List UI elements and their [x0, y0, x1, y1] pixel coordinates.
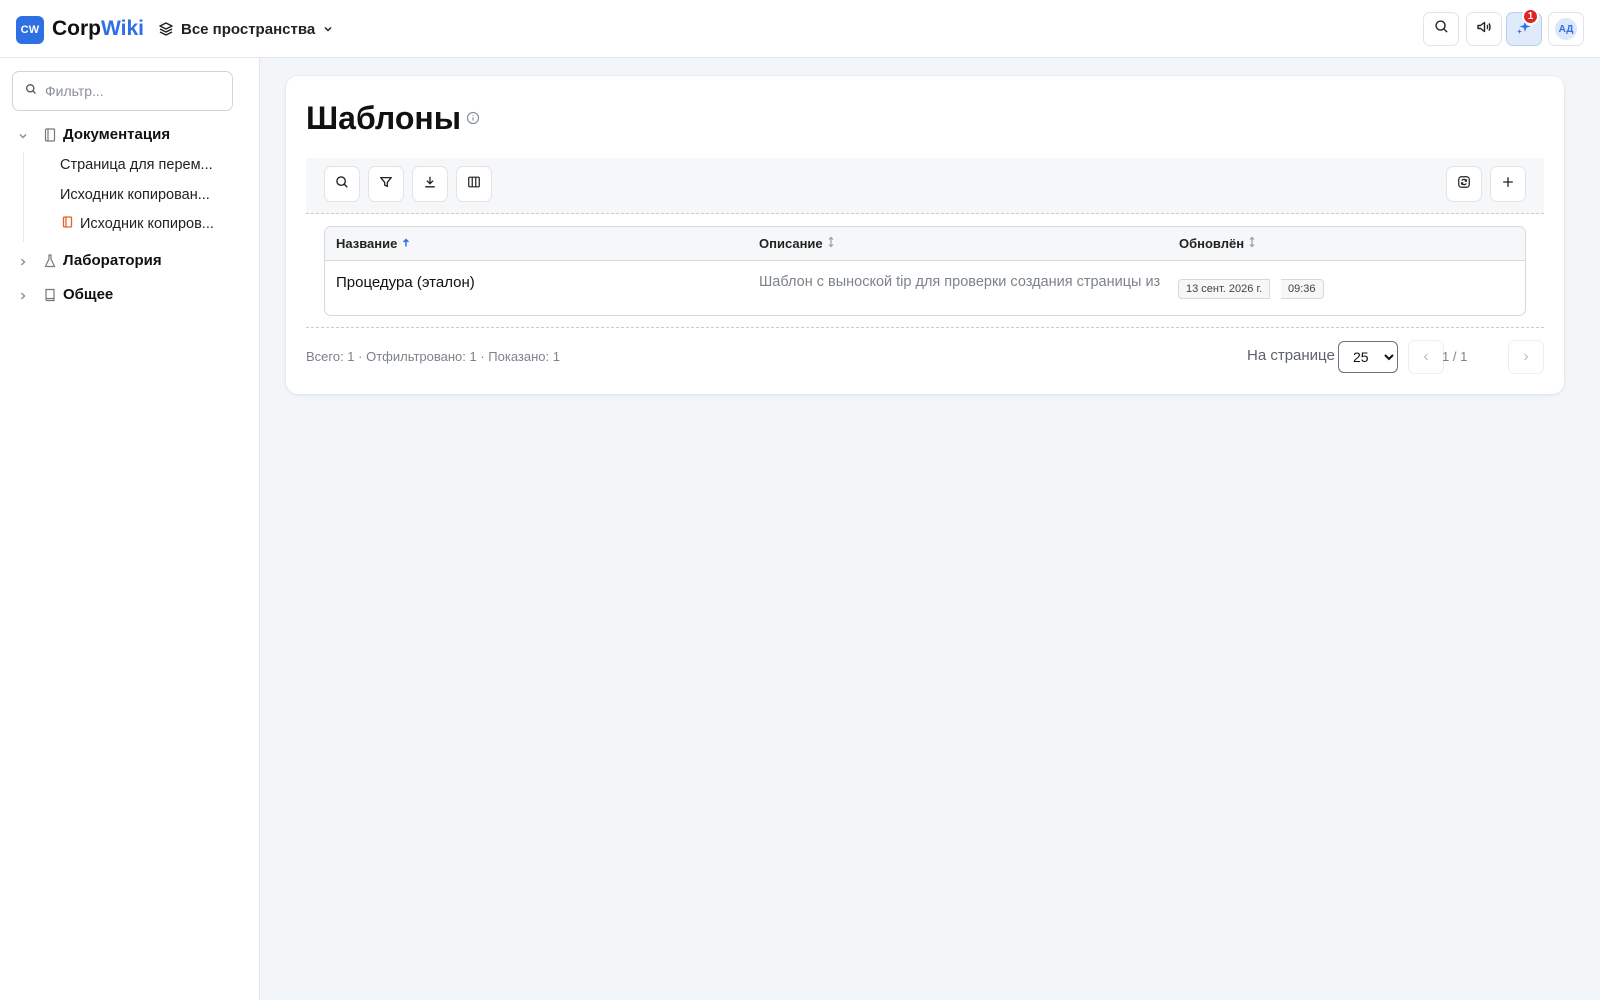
sidebar-page-item[interactable]: Исходник копирован...: [60, 183, 210, 207]
updated-time-chip: 09:36: [1281, 279, 1324, 299]
per-page-label: На странице: [1247, 347, 1335, 364]
columns-icon: [467, 175, 481, 194]
sort-ascending-icon: [401, 236, 411, 251]
book-icon: [62, 216, 73, 232]
logo[interactable]: CorpWiki: [52, 16, 144, 42]
next-page-button[interactable]: ›: [1508, 340, 1544, 374]
search-icon: [335, 175, 349, 194]
chevron-right-icon[interactable]: [17, 289, 29, 306]
space-switcher-label: Все пространства: [181, 20, 316, 38]
table-header: Название Описание Обновлён: [325, 227, 1525, 261]
flask-icon: [44, 254, 56, 272]
layers-icon: [158, 21, 174, 37]
space-switcher[interactable]: Все пространства: [158, 17, 334, 41]
filter-icon: [379, 175, 393, 194]
table-export-button[interactable]: [412, 166, 448, 202]
user-menu-button[interactable]: АД: [1548, 12, 1584, 46]
sidebar-space-laboratory[interactable]: Лаборатория: [0, 248, 260, 274]
page-title: Шаблоны: [306, 100, 462, 136]
updated-date-chip: 13 сент. 2026 г.: [1178, 279, 1271, 299]
table-summary: Всего: 1 · Отфильтровано: 1 · Показано: …: [306, 349, 560, 364]
templates-table: Название Описание Обновлён Процедура (эт…: [324, 226, 1526, 316]
chevron-down-icon: [322, 23, 334, 35]
column-header-description[interactable]: Описание: [759, 236, 835, 251]
chevron-down-icon[interactable]: [17, 129, 29, 146]
announcements-button[interactable]: [1466, 12, 1502, 46]
sidebar: Документация Страница для перем... Исход…: [0, 58, 260, 1000]
sidebar-page-label: Страница для перем...: [60, 157, 213, 173]
sidebar-page-item[interactable]: Исходник копиров...: [60, 212, 214, 236]
sidebar-space-documentation[interactable]: Документация: [0, 122, 260, 148]
plus-icon: [1501, 175, 1515, 194]
top-bar: CW CorpWiki Все пространства 1 АД: [0, 0, 1600, 58]
sort-icon: [1248, 236, 1256, 251]
footer-divider: [306, 327, 1544, 328]
tree-guide-line: [23, 152, 24, 242]
per-page-select[interactable]: 25: [1338, 341, 1398, 373]
download-icon: [423, 175, 437, 194]
page-indicator: 1 / 1: [1442, 349, 1468, 364]
table-toolbar: [306, 158, 1544, 214]
chevron-right-icon[interactable]: [17, 255, 29, 272]
sidebar-space-label: Общее: [63, 286, 114, 303]
sidebar-space-label: Документация: [63, 126, 171, 143]
sidebar-filter[interactable]: [12, 71, 233, 111]
avatar: АД: [1555, 18, 1577, 40]
add-template-button[interactable]: [1490, 166, 1526, 202]
prev-page-button[interactable]: ‹: [1408, 340, 1444, 374]
table-columns-button[interactable]: [456, 166, 492, 202]
table-filter-button[interactable]: [368, 166, 404, 202]
sidebar-space-label: Лаборатория: [63, 252, 162, 269]
sidebar-filter-input[interactable]: [45, 83, 215, 99]
book-icon: [44, 128, 56, 146]
refresh-icon: [1457, 175, 1471, 194]
search-button[interactable]: [1423, 12, 1459, 46]
column-header-updated[interactable]: Обновлён: [1179, 236, 1256, 251]
templates-card: Шаблоны Название Описание Обновлён Проце…: [286, 76, 1564, 394]
table-search-button[interactable]: [324, 166, 360, 202]
column-header-name[interactable]: Название: [336, 236, 411, 251]
sidebar-page-label: Исходник копиров...: [80, 216, 214, 232]
table-refresh-button[interactable]: [1446, 166, 1482, 202]
sort-icon: [827, 236, 835, 251]
sidebar-space-general[interactable]: Общее: [0, 282, 260, 308]
sidebar-page-label: Исходник копирован...: [60, 187, 210, 203]
sidebar-page-item[interactable]: Страница для перем...: [60, 153, 213, 177]
template-name[interactable]: Процедура (эталон): [336, 274, 475, 291]
search-icon: [25, 82, 37, 100]
bookmark-icon: [44, 288, 56, 306]
notification-badge: 1: [1522, 8, 1539, 25]
info-icon[interactable]: [466, 111, 480, 130]
ai-assistant-button[interactable]: 1: [1506, 8, 1542, 46]
search-icon: [1434, 19, 1449, 39]
megaphone-icon: [1476, 19, 1492, 40]
template-description: Шаблон с выноской tip для проверки созда…: [759, 274, 1161, 290]
logo-badge[interactable]: CW: [16, 16, 44, 44]
